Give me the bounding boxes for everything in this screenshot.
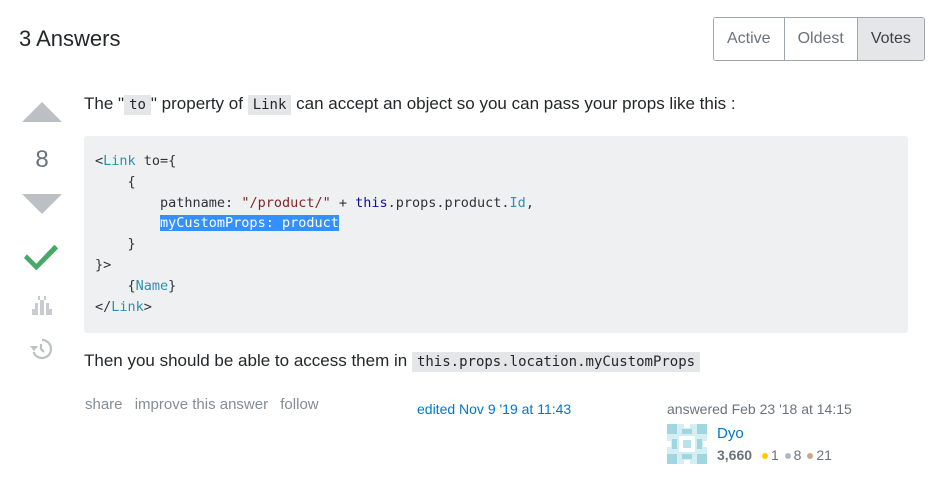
code-token: </ (95, 298, 112, 315)
user-name-link[interactable]: Dyo (717, 425, 744, 442)
upvote-arrow-icon[interactable] (22, 102, 62, 122)
accepted-checkmark-icon (24, 241, 60, 282)
tab-oldest[interactable]: Oldest (784, 18, 858, 60)
code-token: + (330, 194, 356, 211)
answered-timestamp: answered Feb 23 '18 at 14:15 (667, 401, 852, 417)
user-card: answered Feb 23 '18 at 14:15 Dyo 3,660 1… (667, 401, 852, 464)
tab-votes[interactable]: Votes (857, 18, 924, 60)
sort-tabs: Active Oldest Votes (713, 17, 925, 61)
text-segment: " property of (150, 94, 243, 113)
inline-code-location: this.props.location.myCustomProps (411, 352, 701, 372)
history-icon[interactable] (29, 337, 53, 366)
code-block[interactable]: <Link to={ { pathname: "/product/" + thi… (84, 136, 908, 333)
code-token: Name (135, 277, 169, 294)
improve-answer-link[interactable]: improve this answer (135, 396, 268, 413)
bronze-badge-count: 21 (816, 447, 832, 463)
code-token: Link (103, 153, 136, 169)
code-token: Link (111, 298, 144, 315)
bounty-icon[interactable] (30, 295, 54, 322)
code-token: < (95, 153, 104, 169)
avatar[interactable] (667, 424, 707, 467)
silver-badge-icon (784, 453, 791, 459)
share-link[interactable]: share (85, 396, 123, 413)
post-menu: share improve this answer follow (85, 396, 327, 413)
inline-code-to: to (124, 95, 151, 115)
tab-active[interactable]: Active (714, 18, 785, 60)
silver-badge-count: 8 (793, 447, 802, 463)
gold-badge-icon (761, 453, 768, 459)
edited-link[interactable]: edited Nov 9 '19 at 11:43 (417, 401, 571, 417)
answer-body: The " to " property of Link can accept an … (84, 90, 908, 119)
code-token: } (168, 277, 177, 294)
code-token: > (143, 298, 152, 315)
code-token: { (95, 277, 136, 294)
code-token: this (355, 194, 388, 211)
code-token: }> (95, 256, 112, 273)
text-segment: The " (84, 94, 125, 113)
code-token: } (95, 236, 136, 253)
code-token: , (525, 194, 534, 211)
code-token: pathname: (95, 194, 242, 211)
user-reputation: 3,660 1 8 21 (717, 447, 832, 463)
selected-code-text: myCustomProps: product (160, 215, 339, 232)
code-token: .props.product. (387, 194, 510, 211)
text-segment: can accept an object so you can pass you… (296, 94, 736, 113)
answer-paragraph-2: Then you should be able to access them i… (84, 347, 701, 376)
reputation-score: 3,660 (717, 447, 753, 463)
inline-code-link: Link (247, 95, 292, 115)
answer-paragraph-1: The " to " property of Link can accept an … (84, 90, 908, 119)
downvote-arrow-icon[interactable] (22, 194, 62, 214)
answers-count-title: 3 Answers (19, 26, 121, 51)
code-token: to={ (135, 153, 177, 169)
bronze-badge-icon (807, 453, 814, 459)
code-token: "/product/" (241, 194, 331, 211)
gold-badge-count: 1 (770, 447, 779, 463)
vote-count: 8 (35, 146, 49, 173)
text-segment: Then you should be able to access them i… (84, 351, 408, 370)
code-token: { (95, 173, 136, 190)
follow-link[interactable]: follow (280, 396, 318, 413)
code-token: Id (509, 194, 526, 211)
